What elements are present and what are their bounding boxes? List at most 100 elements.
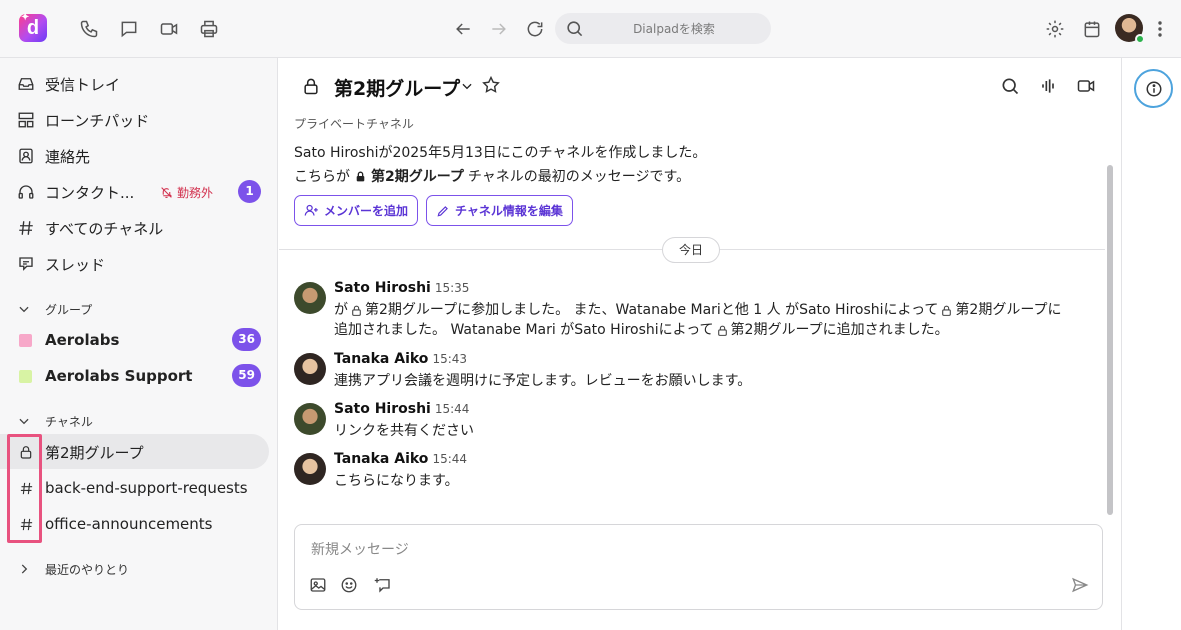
avatar[interactable] xyxy=(294,353,326,385)
sidebar-item-channel-phase2[interactable]: 第2期グループ xyxy=(0,438,278,466)
sidebar-item-channel-office[interactable]: office-announcements xyxy=(0,510,278,538)
phone-icon[interactable] xyxy=(77,17,101,41)
group-color-swatch xyxy=(19,370,32,383)
audio-waveform-icon[interactable] xyxy=(1038,76,1058,96)
private-channel-label: プライベートチャネル xyxy=(294,117,414,131)
online-status-dot xyxy=(1135,34,1145,44)
add-person-icon xyxy=(304,203,319,218)
pencil-icon xyxy=(436,204,450,218)
channel-created-text: Sato Hiroshiが2025年5月13日にこのチャネルを作成しました。 xyxy=(294,145,707,161)
intro-suffix: チャネルの最初のメッセージです。 xyxy=(467,169,691,185)
create-thread-icon[interactable] xyxy=(374,576,392,594)
sidebar-item-contacts[interactable]: 連絡先 xyxy=(0,142,278,170)
section-label: グループ xyxy=(45,303,93,317)
system-text-part: 第2期グループに xyxy=(955,302,1062,318)
emoji-icon[interactable] xyxy=(340,576,358,594)
gear-icon[interactable] xyxy=(1043,17,1067,41)
user-avatar[interactable] xyxy=(1115,14,1145,44)
top-bar: ✦ d xyxy=(0,0,1181,58)
chat-icon[interactable] xyxy=(117,17,141,41)
calendar-icon[interactable] xyxy=(1080,17,1104,41)
message-composer xyxy=(294,524,1103,610)
contacts-icon xyxy=(16,146,36,166)
message-text: こちらになります。 xyxy=(334,473,459,489)
channel-header: 第2期グループ xyxy=(279,58,1121,115)
sidebar-item-group-aerolabs-support[interactable]: Aerolabs Support 59 xyxy=(0,362,278,390)
edit-channel-info-button[interactable]: チャネル情報を編集 xyxy=(426,195,573,226)
star-icon[interactable] xyxy=(481,75,501,95)
image-icon[interactable] xyxy=(309,576,327,594)
message-item: Tanaka Aiko 15:43 連携アプリ会議を週明けに予定します。レビューを… xyxy=(294,351,1094,395)
sidebar-item-label: 受信トレイ xyxy=(45,75,121,94)
sidebar-item-label: Aerolabs xyxy=(45,331,120,349)
chevron-right-icon xyxy=(17,562,31,576)
search-icon[interactable] xyxy=(1000,76,1020,96)
reload-icon[interactable] xyxy=(523,17,547,41)
groups-section-header[interactable]: グループ xyxy=(0,299,278,319)
sidebar-item-group-aerolabs[interactable]: Aerolabs 36 xyxy=(0,326,278,354)
message-author-line: Tanaka Aiko 15:44 xyxy=(334,451,467,467)
sidebar-item-label: すべてのチャネル xyxy=(45,219,164,238)
message-author[interactable]: Sato Hiroshi xyxy=(334,401,431,417)
search-input[interactable] xyxy=(589,13,759,44)
search-bar[interactable] xyxy=(555,13,771,44)
send-icon[interactable] xyxy=(1071,576,1089,594)
sidebar-item-channel-back-end[interactable]: back-end-support-requests xyxy=(0,474,278,502)
info-icon xyxy=(1145,80,1163,98)
message-author[interactable]: Tanaka Aiko xyxy=(334,351,428,367)
message-list[interactable]: プライベートチャネル Sato Hiroshiが2025年5月13日にこのチャネ… xyxy=(279,115,1105,520)
system-text-part: 追加されました。 Watanabe Mari がSato Hiroshiによって xyxy=(334,322,714,338)
print-icon[interactable] xyxy=(197,17,221,41)
add-member-button[interactable]: メンバーを追加 xyxy=(294,195,419,226)
scrollbar-thumb[interactable] xyxy=(1107,165,1113,515)
message-input[interactable] xyxy=(311,539,1071,561)
chevron-down-icon[interactable] xyxy=(460,79,474,93)
video-icon[interactable] xyxy=(157,17,181,41)
message-author-line: Tanaka Aiko 15:43 xyxy=(334,351,467,367)
message-scrollbar[interactable] xyxy=(1105,115,1115,520)
sidebar-item-label: ローンチパッド xyxy=(45,111,150,130)
message-author-line: Sato Hiroshi 15:35 xyxy=(334,280,469,296)
channel-intro-text: こちらが 第2期グループ チャネルの最初のメッセージです。 xyxy=(294,166,690,186)
sidebar-item-label: back-end-support-requests xyxy=(45,479,248,497)
channel-title[interactable]: 第2期グループ xyxy=(334,74,460,101)
launchpad-icon xyxy=(16,110,36,130)
unread-badge: 59 xyxy=(232,364,261,387)
message-text: 連携アプリ会議を週明けに予定します。レビューをお願いします。 xyxy=(334,373,752,389)
add-member-label: メンバーを追加 xyxy=(324,204,409,218)
lock-icon xyxy=(16,442,36,462)
message-author[interactable]: Sato Hiroshi xyxy=(334,280,431,296)
sparkle-icon: ✦ xyxy=(21,12,30,23)
dialpad-logo[interactable]: ✦ d xyxy=(19,12,47,42)
message-time: 15:43 xyxy=(432,352,468,366)
more-vertical-icon[interactable] xyxy=(1148,17,1172,41)
inbox-icon xyxy=(16,74,36,94)
forward-arrow-icon[interactable] xyxy=(487,17,511,41)
message-text: リンクを共有ください xyxy=(334,423,474,439)
chevron-down-icon xyxy=(17,414,31,428)
group-color-swatch xyxy=(19,334,32,347)
avatar[interactable] xyxy=(294,453,326,485)
sidebar-item-threads[interactable]: スレッド xyxy=(0,250,278,278)
lock-icon xyxy=(350,304,363,317)
sidebar-item-label: コンタクト... xyxy=(45,183,135,202)
sidebar-item-inbox[interactable]: 受信トレイ xyxy=(0,70,278,98)
avatar[interactable] xyxy=(294,403,326,435)
sidebar-item-contact-center[interactable]: コンタクト... 勤務外 1 xyxy=(0,178,278,206)
message-item: Tanaka Aiko 15:44 こちらになります。 xyxy=(294,451,1094,495)
recent-section-header[interactable]: 最近のやりとり xyxy=(0,559,278,579)
channels-section-header[interactable]: チャネル xyxy=(0,411,278,431)
sidebar-item-label: Aerolabs Support xyxy=(45,367,193,385)
channel-info-button[interactable] xyxy=(1134,69,1173,108)
sidebar-item-all-channels[interactable]: すべてのチャネル xyxy=(0,214,278,242)
back-arrow-icon[interactable] xyxy=(451,17,475,41)
lock-icon xyxy=(716,324,729,337)
message-author[interactable]: Tanaka Aiko xyxy=(334,451,428,467)
avatar[interactable] xyxy=(294,282,326,314)
section-label: 最近のやりとり xyxy=(45,563,130,577)
intro-prefix: こちらが xyxy=(294,169,350,185)
sidebar-item-launchpad[interactable]: ローンチパッド xyxy=(0,106,278,134)
video-icon[interactable] xyxy=(1075,76,1097,96)
sidebar: 受信トレイ ローンチパッド 連絡先 コンタクト... 勤務外 1 すべてのチャネ… xyxy=(0,58,278,630)
message-item: Sato Hiroshi 15:44 リンクを共有ください xyxy=(294,401,1094,445)
